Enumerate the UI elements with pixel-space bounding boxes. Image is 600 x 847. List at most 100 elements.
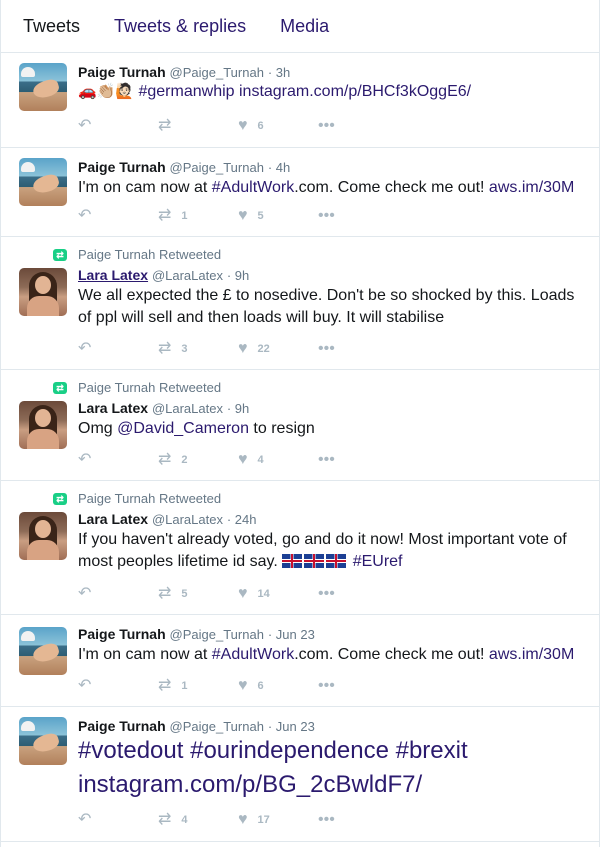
tweet[interactable]: Paige Turnah @Paige_Turnah · Jun 23 #vot… (1, 707, 599, 842)
avatar[interactable] (19, 401, 67, 449)
reply-button[interactable]: ↶ (78, 208, 158, 224)
retweet-icon: ⇄ (158, 340, 172, 357)
tweet-link[interactable]: #germanwhip instagram.com/p/BHCf3kOggE6/ (138, 83, 471, 100)
more-button[interactable]: ••• (318, 341, 348, 357)
tab-media[interactable]: Media (280, 16, 329, 37)
like-button[interactable]: ♥ 4 (238, 452, 318, 468)
heart-icon: ♥ (238, 811, 248, 828)
heart-icon: ♥ (238, 117, 248, 134)
profile-tabs: Tweets Tweets & replies Media (1, 0, 599, 53)
tweet[interactable]: ⇄ Paige Turnah Retweeted Lara Latex @Lar… (1, 237, 599, 370)
like-button[interactable]: ♥ 22 (238, 341, 318, 357)
tweet-time[interactable]: · 24h (227, 512, 257, 527)
more-icon: ••• (318, 677, 335, 694)
author-handle[interactable]: @Paige_Turnah (170, 719, 264, 734)
hashtag-link[interactable]: #AdultWork (212, 179, 294, 196)
reply-button[interactable]: ↶ (78, 452, 158, 468)
author-name[interactable]: Paige Turnah (78, 626, 166, 642)
retweet-context[interactable]: Paige Turnah Retweeted (78, 247, 221, 262)
like-button[interactable]: ♥ 6 (238, 678, 318, 694)
tweet-time[interactable]: · 9h (227, 268, 249, 283)
tweet-text: 🚗👏🏼🙋🏻 #germanwhip instagram.com/p/BHCf3k… (78, 81, 577, 103)
url-link[interactable]: aws.im/30M (489, 646, 574, 663)
mention-link[interactable]: @David_Cameron (117, 420, 249, 437)
tweet[interactable]: Paige Turnah @Paige_Turnah · 3h 🚗👏🏼🙋🏻 #g… (1, 53, 599, 148)
tweet-actions: ↶ ⇄ 3 ♥ 22 ••• (78, 340, 348, 358)
author-name[interactable]: Paige Turnah (78, 64, 166, 80)
reply-icon: ↶ (78, 585, 92, 602)
tweet-time[interactable]: · 4h (268, 160, 290, 175)
like-count: 22 (257, 343, 270, 355)
tweet-header: Paige Turnah @Paige_Turnah · Jun 23 (78, 626, 315, 642)
avatar[interactable] (19, 717, 67, 765)
avatar[interactable] (19, 627, 67, 675)
avatar[interactable] (19, 158, 67, 206)
like-button[interactable]: ♥ 6 (238, 118, 318, 134)
author-handle[interactable]: @Paige_Turnah (170, 65, 264, 80)
like-button[interactable]: ♥ 14 (238, 586, 318, 602)
more-button[interactable]: ••• (318, 208, 348, 224)
tweet-time[interactable]: · 9h (227, 401, 249, 416)
tweet-header: Lara Latex @LaraLatex · 24h (78, 511, 257, 527)
tweet[interactable]: Paige Turnah @Paige_Turnah · 4h I'm on c… (1, 148, 599, 237)
reply-icon: ↶ (78, 117, 92, 134)
author-name[interactable]: Lara Latex (78, 267, 148, 283)
more-icon: ••• (318, 451, 335, 468)
tweet[interactable]: Paige Turnah @Paige_Turnah · Jun 23 I'm … (1, 615, 599, 707)
like-button[interactable]: ♥ 17 (238, 812, 318, 828)
retweet-button[interactable]: ⇄ 3 (158, 341, 238, 357)
more-button[interactable]: ••• (318, 118, 348, 134)
retweet-button[interactable]: ⇄ 5 (158, 586, 238, 602)
retweet-count: 2 (181, 454, 188, 466)
retweet-context[interactable]: Paige Turnah Retweeted (78, 380, 221, 395)
author-handle[interactable]: @LaraLatex (152, 268, 223, 283)
tweet-text-part: to resign (248, 420, 315, 437)
tweet-text[interactable]: #votedout #ourindependence #brexit insta… (78, 734, 577, 802)
tweet-text: We all expected the £ to nosedive. Don't… (78, 287, 575, 326)
reply-button[interactable]: ↶ (78, 341, 158, 357)
retweet-button[interactable]: ⇄ 4 (158, 812, 238, 828)
tweet-time[interactable]: · 3h (268, 65, 290, 80)
tweet[interactable]: ⇄ Paige Turnah Retweeted Lara Latex @Lar… (1, 481, 599, 615)
retweet-icon: ⇄ (53, 249, 67, 261)
like-button[interactable]: ♥ 5 (238, 208, 318, 224)
tweet[interactable]: ⇄ Paige Turnah Retweeted Lara Latex @Lar… (1, 370, 599, 481)
avatar[interactable] (19, 63, 67, 111)
retweet-button[interactable]: ⇄ 2 (158, 452, 238, 468)
reply-button[interactable]: ↶ (78, 812, 158, 828)
avatar[interactable] (19, 512, 67, 560)
author-handle[interactable]: @LaraLatex (152, 512, 223, 527)
tab-tweets-and-replies[interactable]: Tweets & replies (114, 16, 246, 37)
tweet-text: Omg @David_Cameron to resign (78, 418, 577, 440)
author-handle[interactable]: @Paige_Turnah (170, 160, 264, 175)
tweet-time[interactable]: · Jun 23 (268, 719, 315, 734)
author-name[interactable]: Lara Latex (78, 511, 148, 527)
tab-tweets[interactable]: Tweets (23, 16, 80, 37)
author-handle[interactable]: @LaraLatex (152, 401, 223, 416)
retweet-button[interactable]: ⇄ 1 (158, 678, 238, 694)
reply-icon: ↶ (78, 451, 92, 468)
more-button[interactable]: ••• (318, 812, 348, 828)
retweet-button[interactable]: ⇄ (158, 118, 238, 134)
hashtag-link[interactable]: #AdultWork (212, 646, 294, 663)
hashtag-link[interactable]: #EUref (353, 553, 403, 570)
author-handle[interactable]: @Paige_Turnah (170, 627, 264, 642)
like-count: 17 (257, 814, 270, 826)
reply-button[interactable]: ↶ (78, 586, 158, 602)
url-link[interactable]: aws.im/30M (489, 179, 574, 196)
reply-button[interactable]: ↶ (78, 118, 158, 134)
tweet-actions: ↶ ⇄ ♥ 6 ••• (78, 117, 348, 135)
tweet-time[interactable]: · Jun 23 (268, 627, 315, 642)
more-button[interactable]: ••• (318, 678, 348, 694)
retweet-button[interactable]: ⇄ 1 (158, 208, 238, 224)
author-name[interactable]: Paige Turnah (78, 718, 166, 734)
retweet-count: 4 (181, 814, 188, 826)
reply-button[interactable]: ↶ (78, 678, 158, 694)
author-name[interactable]: Lara Latex (78, 400, 148, 416)
avatar[interactable] (19, 268, 67, 316)
author-name[interactable]: Paige Turnah (78, 159, 166, 175)
retweet-context[interactable]: Paige Turnah Retweeted (78, 491, 221, 506)
more-button[interactable]: ••• (318, 452, 348, 468)
more-icon: ••• (318, 340, 335, 357)
more-button[interactable]: ••• (318, 586, 348, 602)
